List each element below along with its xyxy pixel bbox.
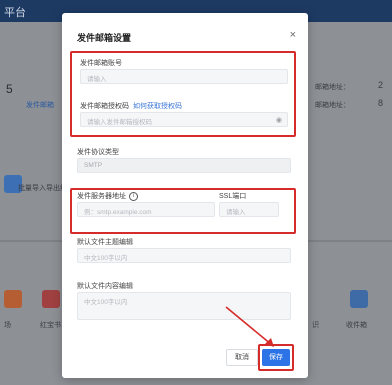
bg-inbox-label: 收件箱	[346, 322, 367, 329]
default-subject-input[interactable]: 中文100字以内	[77, 248, 291, 263]
server-input[interactable]: 例：smtp.example.com	[77, 202, 215, 217]
auth-code-input[interactable]: 请输入发件邮箱授权码 ◉	[80, 112, 288, 127]
cancel-button[interactable]: 取消	[226, 349, 258, 366]
server-label: 发件服务器地址 i	[77, 191, 138, 201]
bg-module-label-2: 红宝书	[40, 322, 61, 329]
bg-module-label: 场	[4, 322, 11, 329]
dialog-title: 发件邮箱设置	[77, 33, 132, 43]
email-settings-dialog: 发件邮箱设置 × 发件邮箱账号 请输入 发件邮箱授权码 如何获取授权码 请输入发件…	[62, 13, 308, 378]
bg-module-icon-2	[42, 290, 60, 308]
bg-value: 5	[6, 82, 13, 96]
get-auth-code-link[interactable]: 如何获取授权码	[133, 103, 182, 110]
default-subject-label: 默认文件主题编辑	[77, 239, 133, 246]
auth-code-placeholder: 请输入发件邮箱授权码	[87, 119, 152, 126]
bg-link: 发件邮箱	[26, 102, 54, 109]
bg-inbox-icon	[350, 290, 368, 308]
auth-code-label: 发件邮箱授权码 如何获取授权码	[80, 103, 182, 110]
close-icon[interactable]: ×	[290, 30, 296, 41]
email-account-label: 发件邮箱账号	[80, 60, 122, 67]
email-account-input[interactable]: 请输入	[80, 69, 288, 84]
bg-right-value-1: 2	[378, 80, 384, 90]
app-title: 平台	[4, 7, 26, 19]
ssl-port-input[interactable]: 请输入	[219, 202, 279, 217]
eye-icon[interactable]: ◉	[276, 116, 282, 124]
protocol-label: 发件协议类型	[77, 149, 119, 156]
protocol-field: SMTP	[77, 158, 291, 173]
bg-module-label-3: 识	[312, 322, 319, 329]
bg-right-value-2: 8	[378, 98, 384, 108]
ssl-port-label: SSL端口	[219, 193, 247, 200]
bg-module-icon	[4, 290, 22, 308]
save-button[interactable]: 保存	[262, 349, 290, 366]
info-icon: i	[129, 191, 138, 201]
bg-right-label-1: 邮箱地址：	[315, 84, 350, 91]
default-content-label: 默认文件内容编辑	[77, 283, 133, 290]
bg-right-label-2: 邮箱地址：	[315, 102, 350, 109]
